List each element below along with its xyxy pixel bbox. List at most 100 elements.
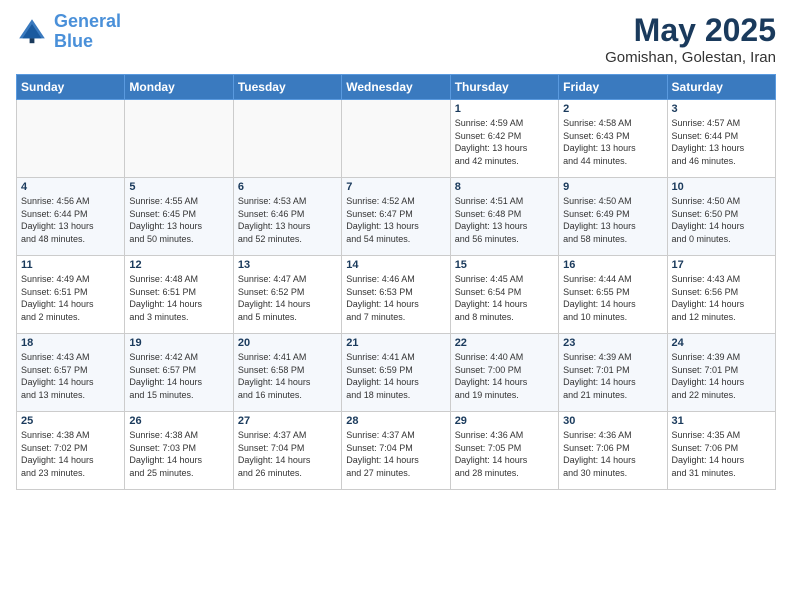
day-number: 27 [238, 415, 337, 427]
calendar-cell [342, 100, 450, 178]
day-number: 23 [563, 337, 662, 349]
calendar-week-row: 18Sunrise: 4:43 AM Sunset: 6:57 PM Dayli… [17, 334, 776, 412]
day-info: Sunrise: 4:51 AM Sunset: 6:48 PM Dayligh… [455, 195, 554, 245]
day-number: 2 [563, 103, 662, 115]
day-info: Sunrise: 4:50 AM Sunset: 6:50 PM Dayligh… [672, 195, 771, 245]
calendar-cell: 18Sunrise: 4:43 AM Sunset: 6:57 PM Dayli… [17, 334, 125, 412]
day-info: Sunrise: 4:49 AM Sunset: 6:51 PM Dayligh… [21, 273, 120, 323]
calendar-cell: 31Sunrise: 4:35 AM Sunset: 7:06 PM Dayli… [667, 412, 775, 490]
day-number: 12 [129, 259, 228, 271]
calendar-cell: 28 Sunrise: 4:37 AM Sunset: 7:04 PM Dayli… [342, 412, 450, 490]
day-number: 6 [238, 181, 337, 193]
day-number: 11 [21, 259, 120, 271]
calendar-cell: 27 Sunrise: 4:37 AM Sunset: 7:04 PM Dayli… [233, 412, 341, 490]
day-number: 4 [21, 181, 120, 193]
page: General Blue May 2025 Gomishan, Golestan… [0, 0, 792, 612]
day-info: Sunrise: 4:46 AM Sunset: 6:53 PM Dayligh… [346, 273, 445, 323]
calendar-cell [125, 100, 233, 178]
day-number: 20 [238, 337, 337, 349]
day-info: Sunrise: 4:40 AM Sunset: 7:00 PM Dayligh… [455, 351, 554, 401]
day-number: 1 [455, 103, 554, 115]
day-number: 16 [563, 259, 662, 271]
weekday-header: Tuesday [233, 75, 341, 100]
weekday-header: Friday [559, 75, 667, 100]
day-info: Sunrise: 4:52 AM Sunset: 6:47 PM Dayligh… [346, 195, 445, 245]
weekday-header: Thursday [450, 75, 558, 100]
calendar: SundayMondayTuesdayWednesdayThursdayFrid… [16, 74, 776, 490]
day-info: Sunrise: 4:44 AM Sunset: 6:55 PM Dayligh… [563, 273, 662, 323]
day-info: Sunrise: 4:58 AM Sunset: 6:43 PM Dayligh… [563, 117, 662, 167]
calendar-cell: 17 Sunrise: 4:43 AM Sunset: 6:56 PM Dayli… [667, 256, 775, 334]
day-info: Sunrise: 4:39 AM Sunset: 7:01 PM Dayligh… [672, 351, 771, 401]
calendar-cell: 7 Sunrise: 4:52 AM Sunset: 6:47 PM Daylig… [342, 178, 450, 256]
day-info: Sunrise: 4:55 AM Sunset: 6:45 PM Dayligh… [129, 195, 228, 245]
weekday-header: Wednesday [342, 75, 450, 100]
day-number: 29 [455, 415, 554, 427]
day-info: Sunrise: 4:37 AM Sunset: 7:04 PM Dayligh… [346, 429, 445, 479]
calendar-cell: 30Sunrise: 4:36 AM Sunset: 7:06 PM Dayli… [559, 412, 667, 490]
calendar-cell: 24Sunrise: 4:39 AM Sunset: 7:01 PM Dayli… [667, 334, 775, 412]
day-info: Sunrise: 4:39 AM Sunset: 7:01 PM Dayligh… [563, 351, 662, 401]
calendar-cell: 13Sunrise: 4:47 AM Sunset: 6:52 PM Dayli… [233, 256, 341, 334]
calendar-week-row: 1 Sunrise: 4:59 AM Sunset: 6:42 PM Daylig… [17, 100, 776, 178]
logo-blue: Blue [54, 32, 121, 52]
calendar-cell [17, 100, 125, 178]
day-info: Sunrise: 4:59 AM Sunset: 6:42 PM Dayligh… [455, 117, 554, 167]
weekday-header: Monday [125, 75, 233, 100]
logo-icon [16, 16, 48, 48]
calendar-week-row: 4 Sunrise: 4:56 AM Sunset: 6:44 PM Daylig… [17, 178, 776, 256]
day-number: 9 [563, 181, 662, 193]
day-number: 10 [672, 181, 771, 193]
day-info: Sunrise: 4:48 AM Sunset: 6:51 PM Dayligh… [129, 273, 228, 323]
day-info: Sunrise: 4:38 AM Sunset: 7:02 PM Dayligh… [21, 429, 120, 479]
calendar-cell: 25 Sunrise: 4:38 AM Sunset: 7:02 PM Dayli… [17, 412, 125, 490]
calendar-cell [233, 100, 341, 178]
day-number: 22 [455, 337, 554, 349]
day-number: 15 [455, 259, 554, 271]
day-number: 21 [346, 337, 445, 349]
calendar-cell: 19Sunrise: 4:42 AM Sunset: 6:57 PM Dayli… [125, 334, 233, 412]
day-info: Sunrise: 4:41 AM Sunset: 6:58 PM Dayligh… [238, 351, 337, 401]
day-info: Sunrise: 4:57 AM Sunset: 6:44 PM Dayligh… [672, 117, 771, 167]
day-number: 17 [672, 259, 771, 271]
day-info: Sunrise: 4:43 AM Sunset: 6:56 PM Dayligh… [672, 273, 771, 323]
calendar-cell: 8Sunrise: 4:51 AM Sunset: 6:48 PM Daylig… [450, 178, 558, 256]
day-info: Sunrise: 4:35 AM Sunset: 7:06 PM Dayligh… [672, 429, 771, 479]
logo-general: General [54, 11, 121, 31]
day-info: Sunrise: 4:43 AM Sunset: 6:57 PM Dayligh… [21, 351, 120, 401]
calendar-cell: 29Sunrise: 4:36 AM Sunset: 7:05 PM Dayli… [450, 412, 558, 490]
day-number: 7 [346, 181, 445, 193]
calendar-cell: 4 Sunrise: 4:56 AM Sunset: 6:44 PM Daylig… [17, 178, 125, 256]
calendar-cell: 3 Sunrise: 4:57 AM Sunset: 6:44 PM Daylig… [667, 100, 775, 178]
day-info: Sunrise: 4:53 AM Sunset: 6:46 PM Dayligh… [238, 195, 337, 245]
calendar-cell: 14 Sunrise: 4:46 AM Sunset: 6:53 PM Dayli… [342, 256, 450, 334]
calendar-cell: 10 Sunrise: 4:50 AM Sunset: 6:50 PM Dayli… [667, 178, 775, 256]
calendar-cell: 1 Sunrise: 4:59 AM Sunset: 6:42 PM Daylig… [450, 100, 558, 178]
main-title: May 2025 [605, 12, 776, 49]
calendar-cell: 2 Sunrise: 4:58 AM Sunset: 6:43 PM Daylig… [559, 100, 667, 178]
calendar-cell: 15 Sunrise: 4:45 AM Sunset: 6:54 PM Dayli… [450, 256, 558, 334]
day-number: 28 [346, 415, 445, 427]
day-info: Sunrise: 4:45 AM Sunset: 6:54 PM Dayligh… [455, 273, 554, 323]
calendar-cell: 12 Sunrise: 4:48 AM Sunset: 6:51 PM Dayli… [125, 256, 233, 334]
title-block: May 2025 Gomishan, Golestan, Iran [605, 12, 776, 66]
calendar-cell: 5Sunrise: 4:55 AM Sunset: 6:45 PM Daylig… [125, 178, 233, 256]
day-number: 3 [672, 103, 771, 115]
day-number: 13 [238, 259, 337, 271]
day-info: Sunrise: 4:38 AM Sunset: 7:03 PM Dayligh… [129, 429, 228, 479]
day-info: Sunrise: 4:56 AM Sunset: 6:44 PM Dayligh… [21, 195, 120, 245]
day-info: Sunrise: 4:41 AM Sunset: 6:59 PM Dayligh… [346, 351, 445, 401]
subtitle: Gomishan, Golestan, Iran [605, 49, 776, 66]
weekday-header: Saturday [667, 75, 775, 100]
calendar-cell: 22 Sunrise: 4:40 AM Sunset: 7:00 PM Dayli… [450, 334, 558, 412]
day-info: Sunrise: 4:37 AM Sunset: 7:04 PM Dayligh… [238, 429, 337, 479]
calendar-week-row: 25 Sunrise: 4:38 AM Sunset: 7:02 PM Dayli… [17, 412, 776, 490]
calendar-header-row: SundayMondayTuesdayWednesdayThursdayFrid… [17, 75, 776, 100]
day-number: 14 [346, 259, 445, 271]
calendar-cell: 6 Sunrise: 4:53 AM Sunset: 6:46 PM Daylig… [233, 178, 341, 256]
logo-text: General Blue [54, 12, 121, 52]
calendar-cell: 26Sunrise: 4:38 AM Sunset: 7:03 PM Dayli… [125, 412, 233, 490]
calendar-cell: 23 Sunrise: 4:39 AM Sunset: 7:01 PM Dayli… [559, 334, 667, 412]
day-number: 25 [21, 415, 120, 427]
header: General Blue May 2025 Gomishan, Golestan… [16, 12, 776, 66]
